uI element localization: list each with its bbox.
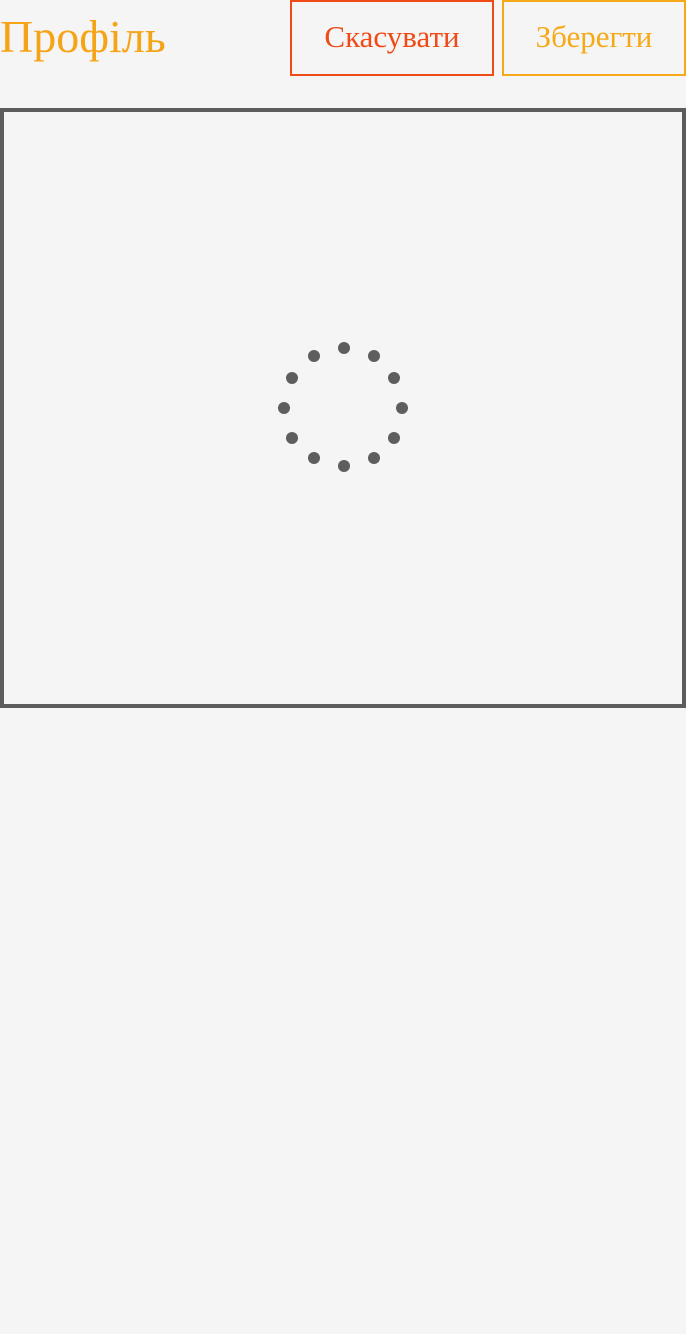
loading-spinner-icon: [275, 339, 411, 475]
spinner-dot: [338, 460, 350, 472]
spinner-dot: [368, 350, 380, 362]
page-title: Профіль: [0, 11, 166, 62]
spinner-dot: [396, 402, 408, 414]
spinner-dot: [278, 402, 290, 414]
spinner-dot: [286, 432, 298, 444]
cancel-button[interactable]: Скасувати: [290, 0, 494, 76]
header-bar: Профіль Скасувати Зберегти: [0, 0, 686, 78]
spinner-dot: [388, 372, 400, 384]
spinner-dot: [286, 372, 298, 384]
profile-screen: Профіль Скасувати Зберегти: [0, 0, 686, 1334]
spinner-dot: [368, 452, 380, 464]
spinner-dot: [308, 350, 320, 362]
spinner-dot: [308, 452, 320, 464]
spinner-dot: [388, 432, 400, 444]
save-button[interactable]: Зберегти: [502, 0, 686, 76]
spinner-dot: [338, 342, 350, 354]
